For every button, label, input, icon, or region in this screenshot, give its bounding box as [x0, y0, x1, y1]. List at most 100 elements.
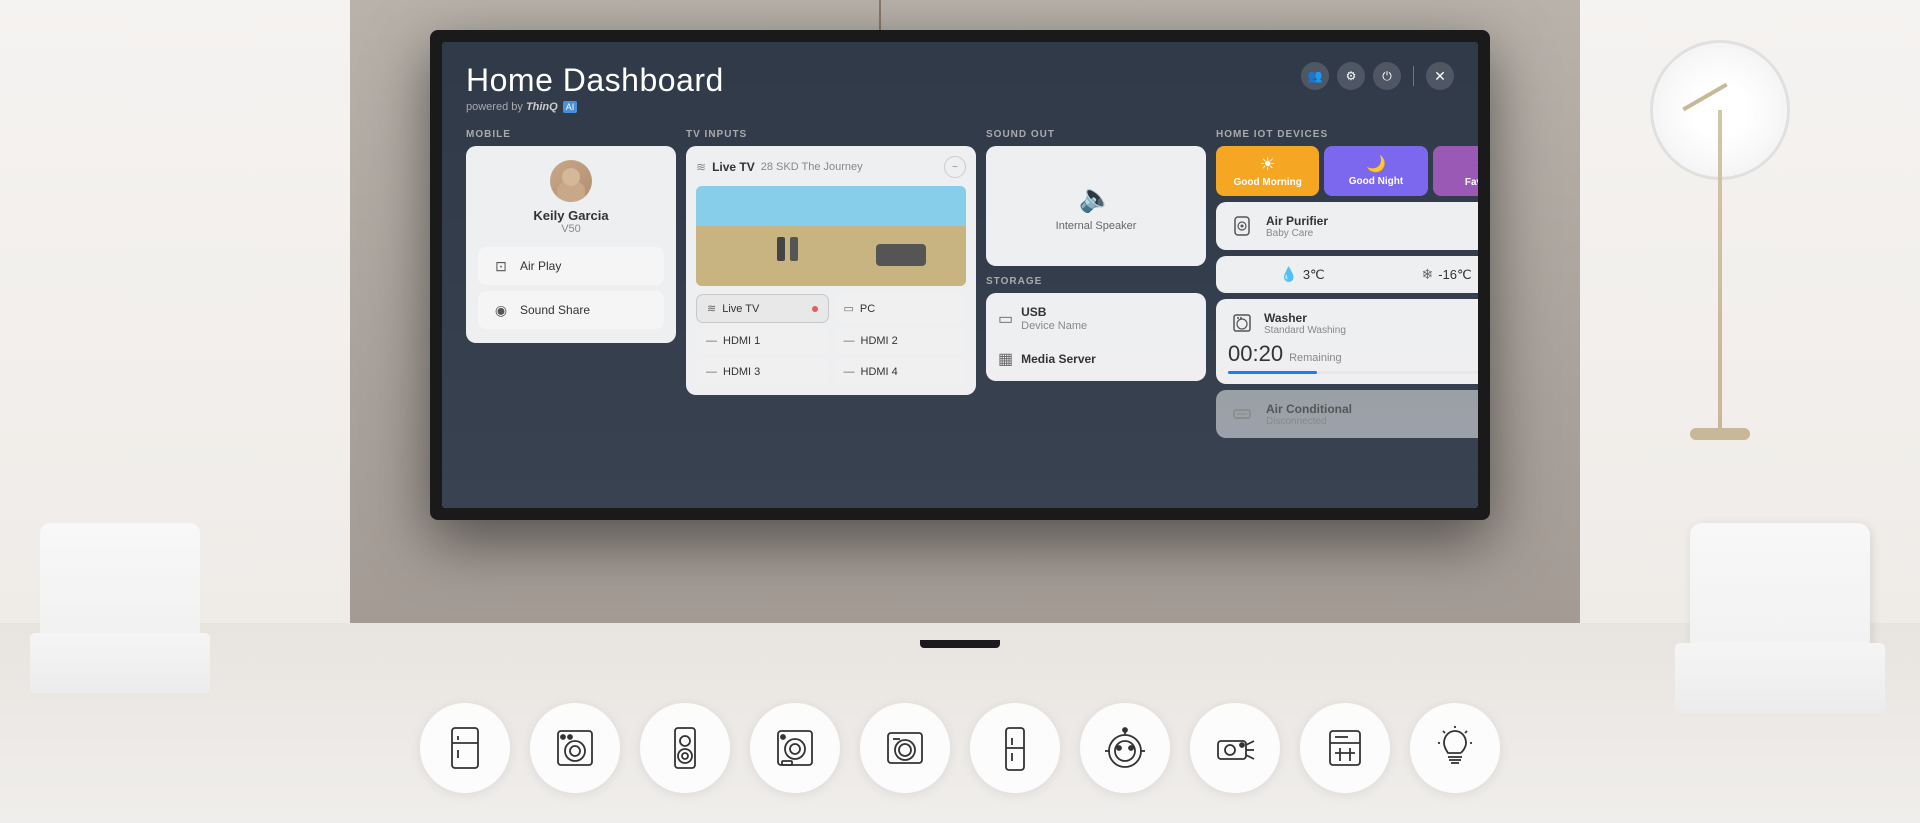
live-tv-icon: ≋	[707, 302, 716, 315]
iot-section: HOME IOT DEVICES ☀ Good Morning 🌙 Good N…	[1216, 129, 1478, 438]
washer-time-value: 00:20	[1228, 341, 1283, 367]
soundshare-button[interactable]: ◉ Sound Share	[478, 291, 664, 329]
title-area: Home Dashboard powered by ThinQ AI	[466, 62, 724, 113]
tv-stand	[920, 640, 1000, 648]
washer-progress-fill	[1228, 371, 1317, 374]
air-purifier-card: Air Purifier Baby Care ⏻	[1216, 202, 1478, 250]
mobile-card: Keily Garcia V50 ⊡ Air Play ◉ Sound Shar…	[466, 146, 676, 343]
live-tv-info: ≋ Live TV 28 SKD The Journey	[696, 160, 863, 174]
lightbulb-icon-circle[interactable]	[1410, 703, 1500, 793]
expand-button[interactable]: −	[944, 156, 966, 178]
good-night-button[interactable]: 🌙 Good Night	[1324, 146, 1427, 196]
tall-refrigerator-icon-circle[interactable]	[970, 703, 1060, 793]
ac-status: Disconnected	[1266, 416, 1352, 427]
dashboard-grid: MOBILE Keily Garcia V50 ⊡ Air Play	[466, 129, 1454, 438]
iot-modes-row: ☀ Good Morning 🌙 Good Night ★ Favorite	[1216, 146, 1478, 196]
live-tv-button[interactable]: ≋ Live TV	[696, 294, 829, 323]
close-button[interactable]: ✕	[1426, 62, 1454, 90]
dishwasher-icon-circle[interactable]	[1300, 703, 1390, 793]
projector-icon-circle[interactable]	[1190, 703, 1280, 793]
live-tv-top: ≋ Live TV 28 SKD The Journey −	[696, 156, 966, 178]
sound-section-label: SOUND OUT	[986, 129, 1206, 140]
fridge-temp-value: 3℃	[1303, 267, 1325, 283]
signal-icon: ≋	[696, 160, 706, 174]
tv-screen: Home Dashboard powered by ThinQ AI 👥 ⚙ ⏻…	[442, 42, 1478, 508]
star-icon: ★	[1476, 154, 1478, 175]
washing-machine-icon-circle[interactable]	[530, 703, 620, 793]
hdmi2-icon: —	[844, 335, 855, 347]
usb-storage-item[interactable]: ▭ USB Device Name	[998, 305, 1194, 332]
hdmi4-button[interactable]: — HDMI 4	[834, 359, 967, 385]
tower-speaker-icon-circle[interactable]	[640, 703, 730, 793]
airplay-button[interactable]: ⊡ Air Play	[478, 247, 664, 285]
washer-sub: Standard Washing	[1264, 325, 1346, 336]
tv-inputs-section: TV INPUTS ≋ Live TV 28 SKD The Journey −	[686, 129, 976, 395]
robot-icon-circle[interactable]	[1080, 703, 1170, 793]
fridge-temp: 💧 3℃	[1280, 266, 1324, 283]
live-dot	[812, 306, 818, 312]
fridge-temps-card: 💧 3℃ ❄ -16℃	[1216, 256, 1478, 293]
preview-figures	[777, 237, 798, 261]
storage-divider	[998, 340, 1194, 341]
chair-left	[20, 523, 220, 723]
storage-section-label: STORAGE	[986, 276, 1206, 287]
media-server-label: Media Server	[1021, 352, 1096, 366]
night-label: Good Night	[1349, 176, 1403, 187]
iot-section-label: HOME IOT DEVICES	[1216, 129, 1478, 140]
preview-scene	[696, 186, 966, 286]
media-server-item[interactable]: ▦ Media Server	[998, 349, 1194, 369]
sound-label: Internal Speaker	[1056, 220, 1137, 232]
moon-icon: 🌙	[1366, 154, 1386, 174]
media-server-icon: ▦	[998, 349, 1013, 369]
refrigerator-icon-circle[interactable]	[420, 703, 510, 793]
tv-frame: Home Dashboard powered by ThinQ AI 👥 ⚙ ⏻…	[430, 30, 1490, 520]
power-button[interactable]: ⏻	[1373, 62, 1401, 90]
people-button[interactable]: 👥	[1301, 62, 1329, 90]
pc-button[interactable]: ▭ PC	[834, 294, 967, 323]
live-tv-name: Live TV	[712, 160, 755, 174]
mobile-section-label: MOBILE	[466, 129, 676, 140]
washer-card: Washer Standard Washing 00:20 Remaining	[1216, 299, 1478, 384]
good-morning-button[interactable]: ☀ Good Morning	[1216, 146, 1319, 196]
speaker-icon: 🔈	[1079, 181, 1114, 214]
header-controls: 👥 ⚙ ⏻ ✕	[1301, 62, 1454, 90]
settings-button[interactable]: ⚙	[1337, 62, 1365, 90]
storage-card: ▭ USB Device Name	[986, 293, 1206, 381]
air-purifier-icon	[1228, 212, 1256, 240]
usb-sub: Device Name	[1021, 320, 1087, 332]
morning-label: Good Morning	[1234, 177, 1302, 188]
dashboard-title: Home Dashboard	[466, 62, 724, 99]
hdmi1-icon: —	[706, 335, 717, 347]
washer-time: 00:20 Remaining	[1228, 341, 1478, 367]
freezer-temp: ❄ -16℃	[1421, 266, 1471, 283]
hdmi4-icon: —	[844, 366, 855, 378]
sun-icon: ☀	[1260, 154, 1276, 175]
thinq-label: powered by ThinQ AI	[466, 101, 724, 113]
ac-card: Air Conditional Disconnected ⏻	[1216, 390, 1478, 438]
favorite-label: Favorite	[1465, 177, 1478, 188]
soundshare-icon: ◉	[490, 299, 512, 321]
floor-lamp	[1620, 40, 1820, 440]
preview-car	[876, 244, 926, 266]
airplay-icon: ⊡	[490, 255, 512, 277]
tv-preview	[696, 186, 966, 286]
mobile-user: Keily Garcia V50	[478, 160, 664, 235]
user-name: Keily Garcia	[533, 208, 608, 223]
washer-remaining-label: Remaining	[1289, 352, 1342, 364]
front-loader-icon-circle[interactable]	[860, 703, 950, 793]
washer-top: Washer Standard Washing	[1228, 309, 1478, 337]
air-purifier-name: Air Purifier	[1266, 214, 1328, 228]
hdmi2-button[interactable]: — HDMI 2	[834, 328, 967, 354]
hdmi3-button[interactable]: — HDMI 3	[696, 359, 829, 385]
avatar	[550, 160, 592, 202]
mobile-section: MOBILE Keily Garcia V50 ⊡ Air Play	[466, 129, 676, 343]
live-tv-channel: 28 SKD The Journey	[761, 161, 863, 173]
snowflake-icon: ❄	[1421, 266, 1433, 283]
favorite-button[interactable]: ★ Favorite	[1433, 146, 1478, 196]
ac-name: Air Conditional	[1266, 402, 1352, 416]
dashboard-panel: Home Dashboard powered by ThinQ AI 👥 ⚙ ⏻…	[442, 42, 1478, 508]
dryer-icon-circle[interactable]	[750, 703, 840, 793]
airplay-label: Air Play	[520, 259, 561, 273]
usb-icon: ▭	[998, 309, 1013, 329]
hdmi1-button[interactable]: — HDMI 1	[696, 328, 829, 354]
